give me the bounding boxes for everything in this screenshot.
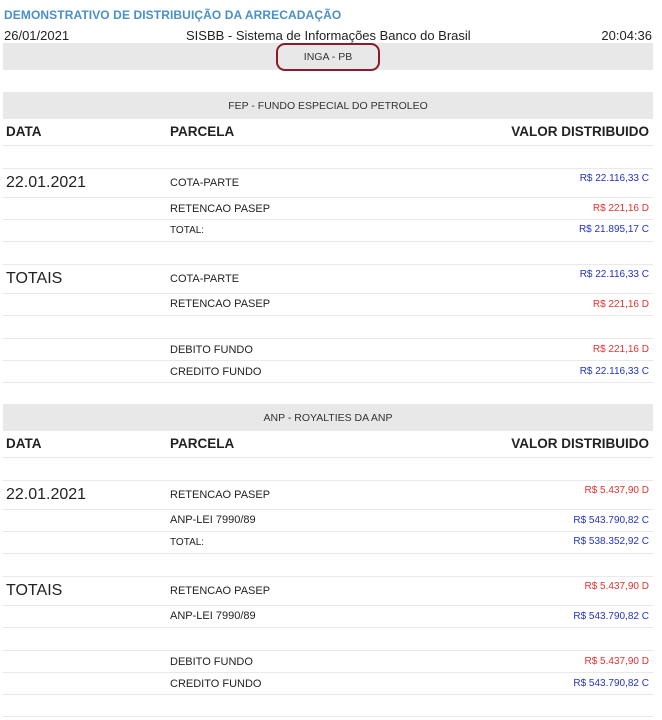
row-parcel: CREDITO FUNDO bbox=[170, 678, 262, 690]
col-date: DATA bbox=[6, 436, 42, 451]
section-title-anp: ANP - ROYALTIES DA ANP bbox=[3, 405, 653, 431]
row-value: R$ 543.790,82 C bbox=[573, 611, 649, 622]
totals-label: TOTAIS bbox=[6, 270, 63, 287]
row-value: R$ 5.437,90 D bbox=[584, 581, 650, 592]
spacer-row bbox=[3, 146, 653, 169]
spacer-row bbox=[3, 383, 653, 405]
table-row: ANP-LEI 7990/89 R$ 543.790,82 C bbox=[3, 510, 653, 532]
row-value: R$ 543.790,82 C bbox=[573, 678, 649, 689]
table-row: 22.01.2021 COTA-PARTE R$ 22.116,33 C bbox=[3, 169, 653, 198]
totals-label: TOTAIS bbox=[6, 582, 63, 599]
row-value: R$ 543.790,82 C bbox=[573, 515, 649, 526]
spacer-row bbox=[3, 695, 653, 717]
col-value: VALOR DISTRIBUIDO bbox=[511, 436, 649, 451]
table-row: DEBITO FUNDO R$ 5.437,90 D bbox=[3, 651, 653, 673]
row-value: R$ 22.116,33 C bbox=[579, 366, 649, 377]
city-row: INGA - PB bbox=[3, 43, 653, 71]
table-row: RETENCAO PASEP R$ 221,16 D bbox=[3, 198, 653, 220]
row-value: R$ 22.116,33 C bbox=[579, 269, 649, 280]
row-parcel: COTA-PARTE bbox=[170, 273, 240, 285]
table-row: 22.01.2021 RETENCAO PASEP R$ 5.437,90 D bbox=[3, 481, 653, 510]
section-title-fep: FEP - FUNDO ESPECIAL DO PETROLEO bbox=[3, 93, 653, 119]
row-value: R$ 22.116,33 C bbox=[579, 173, 649, 184]
col-date: DATA bbox=[6, 124, 42, 139]
report-table: INGA - PB FEP - FUNDO ESPECIAL DO PETROL… bbox=[3, 43, 653, 717]
report-date: 26/01/2021 bbox=[4, 28, 70, 43]
totals-row: TOTAIS RETENCAO PASEP R$ 5.437,90 D bbox=[3, 577, 653, 606]
table-row: TOTAL: R$ 21.895,17 C bbox=[3, 220, 653, 242]
row-parcel: COTA-PARTE bbox=[170, 177, 240, 189]
row-parcel: RETENCAO PASEP bbox=[170, 585, 271, 597]
col-parcel: PARCELA bbox=[170, 124, 235, 139]
spacer-row bbox=[3, 242, 653, 265]
row-date: 22.01.2021 bbox=[6, 174, 87, 191]
row-parcel: RETENCAO PASEP bbox=[170, 203, 271, 215]
row-parcel: RETENCAO PASEP bbox=[170, 298, 271, 310]
row-value: R$ 221,16 D bbox=[592, 344, 649, 355]
report-time: 20:04:36 bbox=[601, 28, 652, 43]
column-header-row: DATA PARCELA VALOR DISTRIBUIDO bbox=[3, 431, 653, 458]
spacer-row bbox=[3, 316, 653, 339]
spacer-row bbox=[3, 458, 653, 481]
city-label: INGA - PB bbox=[275, 43, 381, 71]
row-parcel: TOTAL: bbox=[170, 537, 205, 548]
row-value: R$ 221,16 D bbox=[592, 203, 649, 214]
report-title: DEMONSTRATIVO DE DISTRIBUIÇÃO DA ARRECAD… bbox=[4, 8, 342, 22]
table-row: RETENCAO PASEP R$ 221,16 D bbox=[3, 294, 653, 316]
row-parcel: DEBITO FUNDO bbox=[170, 656, 253, 668]
spacer-row bbox=[3, 628, 653, 651]
row-parcel: RETENCAO PASEP bbox=[170, 489, 271, 501]
row-parcel: DEBITO FUNDO bbox=[170, 344, 253, 356]
row-parcel: ANP-LEI 7990/89 bbox=[170, 610, 256, 622]
spacer-row bbox=[3, 70, 653, 93]
row-value: R$ 221,16 D bbox=[592, 299, 649, 310]
row-value: R$ 5.437,90 D bbox=[584, 656, 650, 667]
row-value: R$ 21.895,17 C bbox=[578, 224, 649, 235]
table-row: CREDITO FUNDO R$ 22.116,33 C bbox=[3, 361, 653, 383]
column-header-row: DATA PARCELA VALOR DISTRIBUIDO bbox=[3, 119, 653, 146]
row-parcel: ANP-LEI 7990/89 bbox=[170, 514, 256, 526]
totals-row: TOTAIS COTA-PARTE R$ 22.116,33 C bbox=[3, 265, 653, 294]
table-row: ANP-LEI 7990/89 R$ 543.790,82 C bbox=[3, 606, 653, 628]
col-value: VALOR DISTRIBUIDO bbox=[511, 124, 649, 139]
row-value: R$ 538.352,92 C bbox=[573, 536, 649, 547]
col-parcel: PARCELA bbox=[170, 436, 235, 451]
row-value: R$ 5.437,90 D bbox=[584, 485, 650, 496]
system-name: SISBB - Sistema de Informações Banco do … bbox=[186, 28, 471, 43]
table-row: CREDITO FUNDO R$ 543.790,82 C bbox=[3, 673, 653, 695]
row-parcel: CREDITO FUNDO bbox=[170, 366, 262, 378]
row-parcel: TOTAL: bbox=[170, 225, 205, 236]
row-date: 22.01.2021 bbox=[6, 486, 87, 503]
table-row: DEBITO FUNDO R$ 221,16 D bbox=[3, 339, 653, 361]
spacer-row bbox=[3, 554, 653, 577]
table-row: TOTAL: R$ 538.352,92 C bbox=[3, 532, 653, 554]
